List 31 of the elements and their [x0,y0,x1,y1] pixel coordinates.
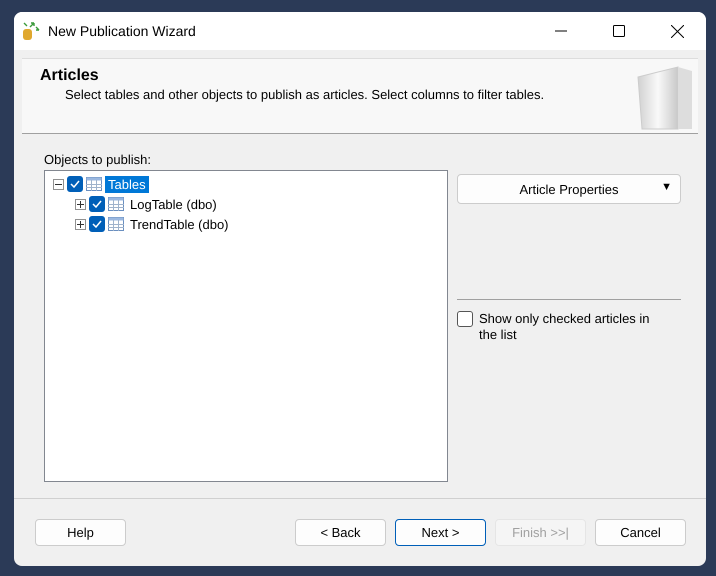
objects-label: Objects to publish: [44,152,152,167]
close-icon [670,24,684,38]
help-button[interactable]: Help [35,519,126,546]
checkmark-icon [70,180,80,188]
tree-item[interactable]: TrendTable (dbo) [127,216,232,232]
tree-checkbox[interactable] [89,196,105,212]
window-title: New Publication Wizard [48,23,197,39]
tree-checkbox[interactable] [89,216,105,232]
checkmark-icon [92,200,102,208]
checkbox[interactable] [457,311,473,327]
table-icon [108,197,124,211]
expander-icon[interactable] [75,198,86,210]
checkbox-label[interactable]: Show only checked articles in the list [479,311,669,343]
database-icon [22,21,40,41]
page-description: Select tables and other objects to publish as articles. Select columns to filter tables. [65,87,546,102]
table-icon [108,217,124,231]
dialog-button[interactable]: Cancel [595,519,686,546]
tree-item[interactable]: LogTable (dbo) [127,196,220,212]
dialog-button[interactable]: < Back [295,519,386,546]
tree-checkbox[interactable] [67,176,83,192]
minimize-icon [555,30,567,32]
table-icon [86,177,102,191]
article-properties-button[interactable]: Article Properties ▼ [457,174,681,204]
objects-tree[interactable]: Tables LogTable (dbo) TrendTable (dbo) [44,170,448,482]
expander-icon[interactable] [53,178,64,190]
expander-icon[interactable] [75,218,86,230]
dialog-button[interactable]: Next > [395,519,486,546]
tree-item[interactable]: Tables [105,176,149,192]
page-title: Articles [40,67,100,85]
maximize-icon [613,25,625,37]
checkmark-icon [92,220,102,228]
